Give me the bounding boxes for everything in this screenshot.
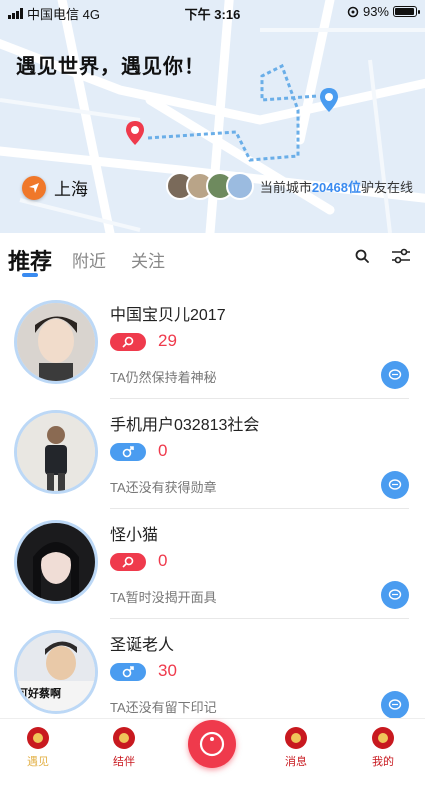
- user-name: 怪小猫: [110, 527, 159, 544]
- nav-item-messages[interactable]: 消息: [266, 727, 326, 769]
- chat-bubble-icon: [388, 479, 402, 490]
- user-count: 0: [158, 551, 168, 570]
- list-item[interactable]: 可好蔡啊 圣诞老人 30 TA还没有留下印记: [0, 619, 425, 729]
- user-name: 中国宝贝儿2017: [110, 307, 226, 324]
- chat-bubble-icon: [388, 699, 402, 710]
- nav-item-meet[interactable]: 遇见: [8, 727, 68, 769]
- list-item[interactable]: 中国宝贝儿2017 29 TA仍然保持着神秘: [0, 289, 425, 399]
- user-description: TA还没有留下印记: [110, 700, 217, 715]
- status-bar: 中国电信 4G 下午 3:16 93%: [0, 0, 425, 22]
- greeting-title: 遇见世界，遇见你！: [16, 56, 205, 78]
- online-count: 20468位: [311, 179, 361, 195]
- chat-button[interactable]: [381, 691, 409, 719]
- user-list: 中国宝贝儿2017 29 TA仍然保持着神秘 手机用户032813社会 0 TA…: [0, 289, 425, 729]
- chat-bubble-icon: [388, 369, 402, 380]
- tab-recommend[interactable]: 推荐: [8, 244, 52, 276]
- orientation-lock-icon: [347, 6, 359, 17]
- meet-icon: [27, 727, 49, 749]
- city-selector[interactable]: 上海: [22, 175, 88, 200]
- user-count: 0: [158, 441, 168, 460]
- user-description: TA仍然保持着神秘: [110, 370, 217, 385]
- avatar[interactable]: 可好蔡啊: [14, 630, 98, 714]
- map-pin-start-icon: [126, 121, 144, 145]
- list-item[interactable]: 怪小猫 0 TA暂时没揭开面具: [0, 509, 425, 619]
- user-count: 30: [158, 661, 177, 680]
- avatar[interactable]: [14, 300, 98, 384]
- tab-nearby[interactable]: 附近: [72, 247, 106, 272]
- online-avatars: [165, 172, 254, 200]
- nav-label: 结伴: [113, 756, 135, 768]
- avatar[interactable]: [14, 520, 98, 604]
- nav-item-profile[interactable]: 我的: [353, 727, 413, 769]
- user-name: 圣诞老人: [110, 637, 175, 654]
- location-arrow-icon: [22, 175, 46, 200]
- nav-label: 我的: [372, 756, 394, 768]
- nav-label: 遇见: [27, 756, 49, 768]
- online-prefix: 当前城市: [259, 179, 312, 195]
- female-badge-icon: [110, 553, 146, 571]
- map-header[interactable]: 遇见世界，遇见你！ 上海 当前城市 20468位 驴友在线: [0, 0, 425, 233]
- filter-icon[interactable]: [391, 248, 411, 264]
- nav-label: 消息: [285, 756, 307, 768]
- city-name: 上海: [54, 180, 88, 199]
- user-description: TA还没有获得勋章: [110, 480, 217, 495]
- male-badge-icon: [110, 443, 146, 461]
- messages-icon: [285, 727, 307, 749]
- avatar: [225, 172, 254, 200]
- tab-bar: 推荐 附近 关注: [0, 233, 425, 289]
- user-description: TA暂时没揭开面具: [110, 590, 217, 605]
- online-suffix: 驴友在线: [360, 179, 413, 195]
- nav-item-companion[interactable]: 结伴: [94, 727, 154, 769]
- avatar[interactable]: [14, 410, 98, 494]
- user-count: 29: [158, 331, 177, 350]
- online-users[interactable]: 当前城市 20468位 驴友在线: [165, 172, 413, 200]
- user-name: 手机用户032813社会: [110, 417, 260, 434]
- ring-icon: [199, 731, 225, 757]
- battery-percent: 93%: [362, 4, 389, 19]
- chat-button[interactable]: [381, 471, 409, 499]
- chat-button[interactable]: [381, 581, 409, 609]
- tab-following[interactable]: 关注: [131, 247, 165, 272]
- search-icon[interactable]: [355, 249, 369, 263]
- map-pin-end-icon: [320, 88, 338, 112]
- male-badge-icon: [110, 663, 146, 681]
- center-action-button[interactable]: [188, 720, 236, 768]
- chat-bubble-icon: [388, 589, 402, 600]
- companion-icon: [113, 727, 135, 749]
- chat-button[interactable]: [381, 361, 409, 389]
- list-item[interactable]: 手机用户032813社会 0 TA还没有获得勋章: [0, 399, 425, 509]
- tab-active-indicator: [22, 273, 38, 277]
- female-badge-icon: [110, 333, 146, 351]
- battery-icon: [393, 6, 420, 17]
- profile-icon: [372, 727, 394, 749]
- avatar-caption: 可好蔡啊: [17, 688, 61, 700]
